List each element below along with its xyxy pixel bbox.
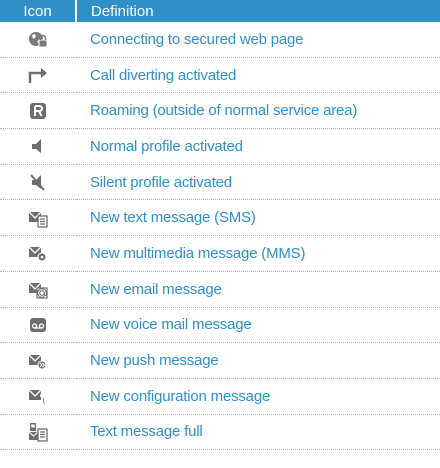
table-header-row: Icon Definition <box>0 0 440 22</box>
icon-definition-table: Icon Definition Connecting to secured we… <box>0 0 440 451</box>
table-row: New email message <box>0 271 440 308</box>
header-definition: Definition <box>75 0 440 22</box>
speaker-icon <box>27 136 49 156</box>
definition-text: New push message <box>76 342 440 379</box>
definition-text: Call diverting activated <box>76 57 440 94</box>
definition-text: Connecting to secured web page <box>76 22 440 58</box>
message-full-icon <box>27 422 49 442</box>
table-row: Connecting to secured web page <box>0 22 440 58</box>
table-row: New voice mail message <box>0 307 440 344</box>
table-row: Silent profile activated <box>0 164 440 201</box>
table-row: Text message full <box>0 414 440 451</box>
icon-cell <box>0 271 76 308</box>
envelope-text-icon <box>27 208 49 228</box>
speaker-muted-icon <box>27 172 49 192</box>
header-icon: Icon <box>0 0 76 22</box>
table-row: Call diverting activated <box>0 57 440 94</box>
envelope-email-icon <box>27 279 49 299</box>
icon-cell <box>0 235 76 272</box>
definition-text: New configuration message <box>76 378 440 415</box>
icon-cell <box>0 22 76 58</box>
icon-cell <box>0 378 76 415</box>
definition-text: New email message <box>76 271 440 308</box>
icon-cell <box>0 342 76 379</box>
definition-text: Silent profile activated <box>76 164 440 201</box>
table-row: Normal profile activated <box>0 128 440 165</box>
call-divert-arrow-icon <box>27 65 49 85</box>
roaming-r-icon <box>27 101 49 121</box>
definition-text: New text message (SMS) <box>76 199 440 237</box>
table-row: New configuration message <box>0 378 440 415</box>
icon-cell <box>0 164 76 201</box>
icon-cell <box>0 92 76 130</box>
table-row: Roaming (outside of normal service area) <box>0 92 440 130</box>
definition-text: Normal profile activated <box>76 128 440 165</box>
table-row: New text message (SMS) <box>0 199 440 237</box>
icon-cell <box>0 128 76 165</box>
envelope-push-icon <box>27 351 49 371</box>
globe-lock-icon <box>27 29 49 49</box>
envelope-multimedia-icon <box>27 243 49 263</box>
icon-cell <box>0 57 76 94</box>
envelope-config-icon <box>27 386 49 406</box>
icon-cell <box>0 414 76 451</box>
definition-text: New voice mail message <box>76 307 440 344</box>
definition-text: Text message full <box>76 414 440 451</box>
definition-text: New multimedia message (MMS) <box>76 235 440 272</box>
icon-cell <box>0 307 76 344</box>
voicemail-icon <box>27 315 49 335</box>
definition-text: Roaming (outside of normal service area) <box>76 92 440 130</box>
icon-cell <box>0 199 76 237</box>
table-row: New push message <box>0 342 440 379</box>
table-row: New multimedia message (MMS) <box>0 235 440 272</box>
